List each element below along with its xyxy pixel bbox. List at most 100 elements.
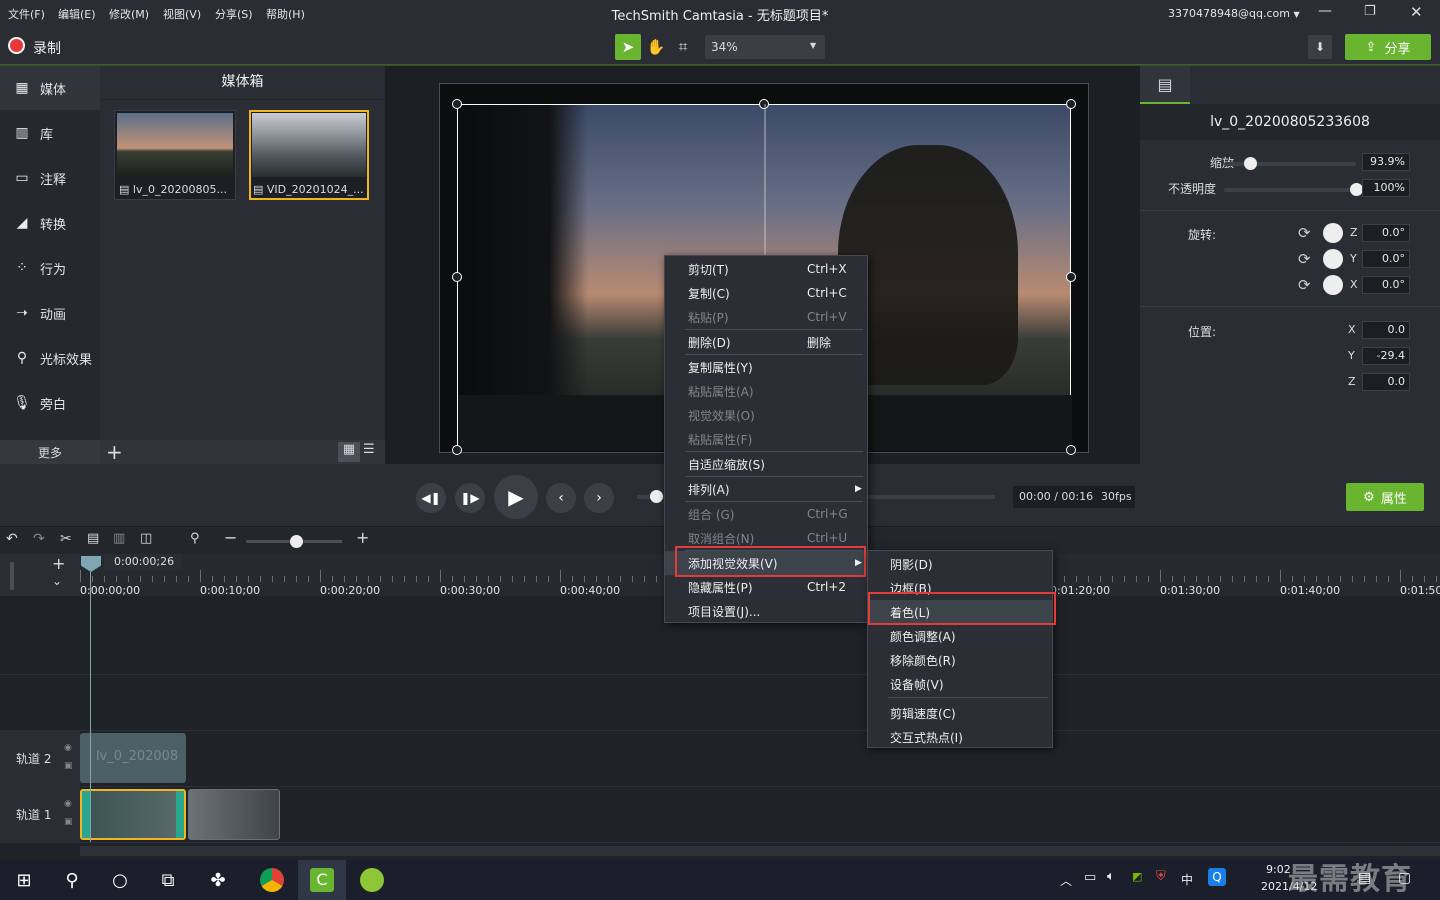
- rotation-value[interactable]: 0.0°: [1362, 276, 1410, 294]
- track-2-header[interactable]: 轨道 2 ◉ ▣: [0, 731, 80, 786]
- redo-icon[interactable]: ↷: [33, 531, 45, 547]
- scale-slider-knob[interactable]: [1244, 157, 1258, 170]
- resize-handle[interactable]: [1066, 445, 1076, 455]
- context-menu-item[interactable]: 排列(A) ▶: [665, 477, 867, 501]
- play-icon[interactable]: ▶: [494, 475, 538, 519]
- nav-item-2[interactable]: ▭ 注释: [0, 156, 100, 200]
- media-clip-2[interactable]: ▤ VID_20201024_...: [249, 110, 369, 200]
- rotate-z-icon[interactable]: ⟳: [1298, 224, 1311, 242]
- rotation-value[interactable]: 0.0°: [1362, 250, 1410, 268]
- rotate-x-icon[interactable]: ⟳: [1298, 276, 1311, 294]
- copy-icon[interactable]: ▤: [87, 531, 99, 546]
- lock-icon[interactable]: ▣: [64, 761, 73, 771]
- previous-icon[interactable]: ‹: [546, 483, 576, 513]
- nav-item-5[interactable]: ➝ 动画: [0, 291, 100, 335]
- position-value[interactable]: 0.0: [1362, 321, 1410, 339]
- qq-icon[interactable]: Q: [1208, 868, 1226, 886]
- minimize-icon[interactable]: —: [1318, 3, 1332, 19]
- zoom-out-icon[interactable]: −: [224, 528, 237, 547]
- clock-time[interactable]: 9:02: [1266, 863, 1291, 876]
- zoom-icon[interactable]: ⚲: [190, 531, 200, 546]
- resize-handle[interactable]: [452, 99, 462, 109]
- scale-slider[interactable]: [1224, 157, 1356, 170]
- download-icon[interactable]: ⬇: [1308, 35, 1332, 59]
- record-button[interactable]: 录制: [33, 38, 61, 58]
- cut-icon[interactable]: ✂: [60, 531, 72, 547]
- rotation-dial[interactable]: [1323, 223, 1343, 243]
- shield-icon[interactable]: ⛨: [1156, 869, 1166, 884]
- track-height-slider[interactable]: [10, 562, 14, 590]
- timeline-scrollbar[interactable]: [80, 846, 1440, 856]
- share-button[interactable]: ⇪ 分享: [1345, 34, 1431, 60]
- more-button[interactable]: 更多: [0, 440, 100, 464]
- submenu-item[interactable]: 设备帧(V): [868, 672, 1052, 696]
- eye-icon[interactable]: ◉: [64, 799, 72, 809]
- properties-button[interactable]: ⚙ 属性: [1346, 483, 1424, 511]
- paste-icon[interactable]: ▥: [113, 531, 125, 546]
- context-menu-item[interactable]: 自适应缩放(S): [665, 452, 867, 476]
- next-icon[interactable]: ›: [584, 483, 614, 513]
- nav-item-3[interactable]: ◢ 转换: [0, 201, 100, 245]
- trim-handle-right[interactable]: [176, 791, 184, 838]
- pan-tool-icon[interactable]: ✋: [643, 34, 669, 60]
- step-back-icon[interactable]: ◀❚: [416, 483, 446, 513]
- nav-item-6[interactable]: ⚲ 光标效果: [0, 336, 100, 380]
- eye-icon[interactable]: ◉: [64, 743, 72, 753]
- list-view-icon[interactable]: ☰: [363, 442, 375, 457]
- context-menu-item[interactable]: 删除(D) 删除: [665, 330, 867, 354]
- scrub-knob[interactable]: [650, 490, 663, 503]
- context-menu-item[interactable]: 剪切(T) Ctrl+X: [665, 257, 867, 281]
- scale-value[interactable]: 93.9%: [1362, 153, 1410, 171]
- rotation-value[interactable]: 0.0°: [1362, 224, 1410, 242]
- windows-start-icon[interactable]: ⊞: [10, 866, 38, 894]
- submenu-item[interactable]: 交互式热点(I): [868, 725, 1052, 749]
- lock-icon[interactable]: ▣: [64, 817, 73, 827]
- record-icon[interactable]: [8, 37, 25, 54]
- collapse-icon[interactable]: ⌄: [52, 574, 62, 588]
- rotate-y-icon[interactable]: ⟳: [1298, 250, 1311, 268]
- track-1-clip-2[interactable]: [188, 789, 280, 840]
- trim-handle-left[interactable]: [82, 791, 90, 838]
- network-icon[interactable]: ▭: [1084, 870, 1096, 885]
- zoom-in-icon[interactable]: +: [356, 528, 369, 547]
- submenu-item[interactable]: 剪辑速度(C): [868, 701, 1052, 725]
- account-menu[interactable]: 3370478948@qq.com ▼: [1168, 7, 1300, 20]
- step-forward-icon[interactable]: ❚▶: [455, 483, 485, 513]
- opacity-value[interactable]: 100%: [1362, 179, 1410, 197]
- notes-icon[interactable]: ▤: [1358, 870, 1371, 886]
- search-icon[interactable]: ⚲: [58, 866, 86, 894]
- nav-item-0[interactable]: ▦ 媒体: [0, 66, 100, 110]
- crop-tool-icon[interactable]: ⌗: [670, 34, 696, 60]
- select-tool-icon[interactable]: ➤: [615, 34, 641, 60]
- submenu-item[interactable]: 移除颜色(R): [868, 648, 1052, 672]
- nav-item-4[interactable]: ⁘ 行为: [0, 246, 100, 290]
- close-icon[interactable]: ✕: [1410, 3, 1423, 21]
- visual-properties-icon[interactable]: ▤: [1140, 66, 1190, 104]
- resize-handle[interactable]: [1066, 99, 1076, 109]
- track-1-clip-1[interactable]: [80, 789, 186, 840]
- add-icon[interactable]: +: [106, 440, 123, 464]
- chrome-icon[interactable]: [260, 868, 284, 892]
- context-menu-item[interactable]: 隐藏属性(P) Ctrl+2: [665, 575, 867, 599]
- opacity-slider[interactable]: [1224, 183, 1363, 196]
- resize-handle[interactable]: [452, 272, 462, 282]
- add-track-icon[interactable]: +: [52, 554, 65, 573]
- volume-icon[interactable]: 🔈︎: [1107, 869, 1115, 884]
- rotation-dial[interactable]: [1323, 249, 1343, 269]
- camtasia-taskbar-slot[interactable]: C: [298, 860, 346, 900]
- rotation-dial[interactable]: [1323, 275, 1343, 295]
- position-value[interactable]: -29.4: [1362, 347, 1410, 365]
- context-menu-item[interactable]: 复制属性(Y): [665, 355, 867, 379]
- split-icon[interactable]: ◫: [140, 531, 152, 546]
- notification-icon[interactable]: ▢: [1398, 870, 1411, 886]
- nav-item-7[interactable]: 🎙︎ 旁白: [0, 381, 100, 425]
- chevron-up-icon[interactable]: ︿: [1060, 872, 1072, 889]
- cortana-icon[interactable]: ○: [106, 866, 134, 894]
- ime-indicator[interactable]: 中: [1181, 871, 1193, 888]
- context-menu-item[interactable]: 项目设置(J)...: [665, 599, 867, 623]
- submenu-item[interactable]: 颜色调整(A): [868, 624, 1052, 648]
- track-1-header[interactable]: 轨道 1 ◉ ▣: [0, 787, 80, 842]
- track-2-clip[interactable]: lv_0_202008: [80, 733, 186, 783]
- grid-view-icon[interactable]: ▦: [338, 442, 360, 462]
- pinwheel-app-icon[interactable]: ✤: [204, 866, 232, 894]
